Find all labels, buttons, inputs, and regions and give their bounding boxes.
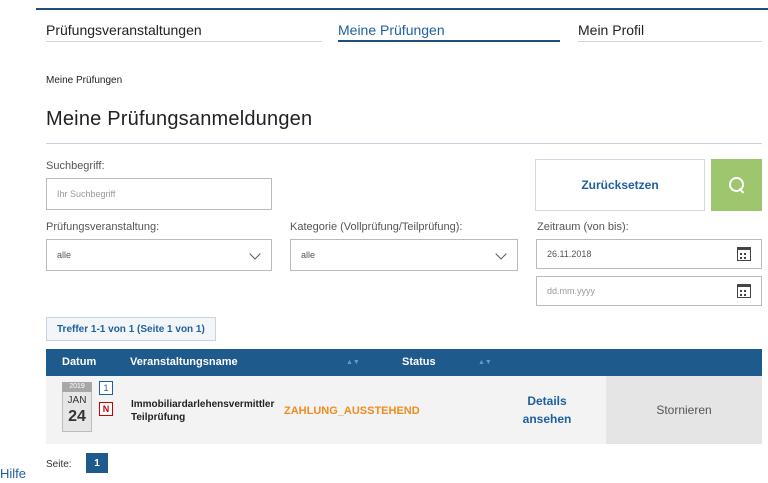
sort-icon[interactable]: ▲▼ — [346, 359, 360, 366]
column-header-date[interactable]: Datum — [62, 356, 96, 368]
period-to-input[interactable]: dd.mm.yyyy — [536, 276, 762, 306]
calendar-icon[interactable] — [737, 284, 751, 298]
sort-icon[interactable]: ▲▼ — [478, 359, 492, 366]
details-link-line1: Details — [527, 394, 567, 408]
category-filter-label: Kategorie (Vollprüfung/Teilprüfung): — [290, 221, 463, 233]
reset-button[interactable]: Zurücksetzen — [535, 159, 705, 211]
date-day: 24 — [68, 408, 86, 425]
event-select-value: alle — [57, 250, 72, 260]
date-month: JAN — [67, 395, 87, 406]
period-from-value: 26.11.2018 — [547, 249, 592, 259]
nav-tab-underline — [578, 41, 762, 42]
event-name-line1: Immobiliardarlehensvermittler — [131, 399, 275, 410]
nav-tab-mein-profil[interactable]: Mein Profil — [578, 22, 644, 38]
help-link[interactable]: Hilfe — [0, 466, 46, 483]
calendar-icon[interactable] — [737, 247, 751, 261]
chevron-down-icon — [249, 248, 261, 260]
search-icon — [728, 176, 746, 194]
category-select-value: alle — [301, 250, 316, 260]
table-header: Datum Veranstaltungsname ▲▼ Status ▲▼ — [46, 349, 762, 376]
period-from-input[interactable]: 26.11.2018 — [536, 239, 762, 269]
column-header-status[interactable]: Status — [402, 356, 436, 368]
search-button[interactable] — [711, 159, 762, 211]
main-nav: Prüfungsveranstaltungen Meine Prüfungen … — [0, 0, 768, 48]
search-label: Suchbegriff: — [46, 160, 105, 172]
period-to-placeholder: dd.mm.yyyy — [547, 286, 596, 296]
nav-tab-meine-pruefungen[interactable]: Meine Prüfungen — [338, 22, 445, 38]
event-select[interactable]: alle — [46, 239, 272, 271]
page-button-1[interactable]: 1 — [86, 453, 108, 473]
chevron-down-icon — [495, 248, 507, 260]
table-row: 2019 JAN 24 1 N Immobiliardarlehensvermi… — [46, 376, 762, 444]
category-select[interactable]: alle — [290, 239, 518, 271]
event-filter-label: Prüfungsveranstaltung: — [46, 221, 160, 233]
event-name-line2: Teilprüfung — [131, 412, 186, 423]
pagination-label: Seite: — [46, 459, 72, 470]
nav-tab-pruefungsveranstaltungen[interactable]: Prüfungsveranstaltungen — [46, 22, 202, 38]
count-badge: 1 — [99, 381, 113, 395]
nav-tab-underline — [46, 41, 322, 42]
nav-tab-active-underline — [338, 40, 560, 42]
title-divider — [46, 143, 762, 144]
event-name: Immobiliardarlehensvermittler Teilprüfun… — [131, 398, 274, 424]
results-summary: Treffer 1-1 von 1 (Seite 1 von 1) — [46, 317, 216, 341]
date-year: 2019 — [62, 382, 92, 392]
new-badge: N — [99, 402, 113, 416]
search-input[interactable]: Ihr Suchbegriff — [46, 178, 272, 210]
period-filter-label: Zeitraum (von bis): — [537, 221, 629, 233]
cancel-button[interactable]: Stornieren — [606, 376, 762, 444]
details-link-line2: ansehen — [522, 412, 572, 426]
details-link[interactable]: Details ansehen — [512, 392, 582, 428]
date-calendar-tile: 2019 JAN 24 — [62, 382, 92, 432]
status-badge: ZAHLUNG_AUSSTEHEND — [284, 405, 420, 417]
date-month-day: JAN 24 — [62, 392, 92, 432]
page-title: Meine Prüfungsanmeldungen — [46, 108, 313, 130]
breadcrumb: Meine Prüfungen — [46, 75, 123, 86]
column-header-event-name[interactable]: Veranstaltungsname — [130, 356, 238, 368]
